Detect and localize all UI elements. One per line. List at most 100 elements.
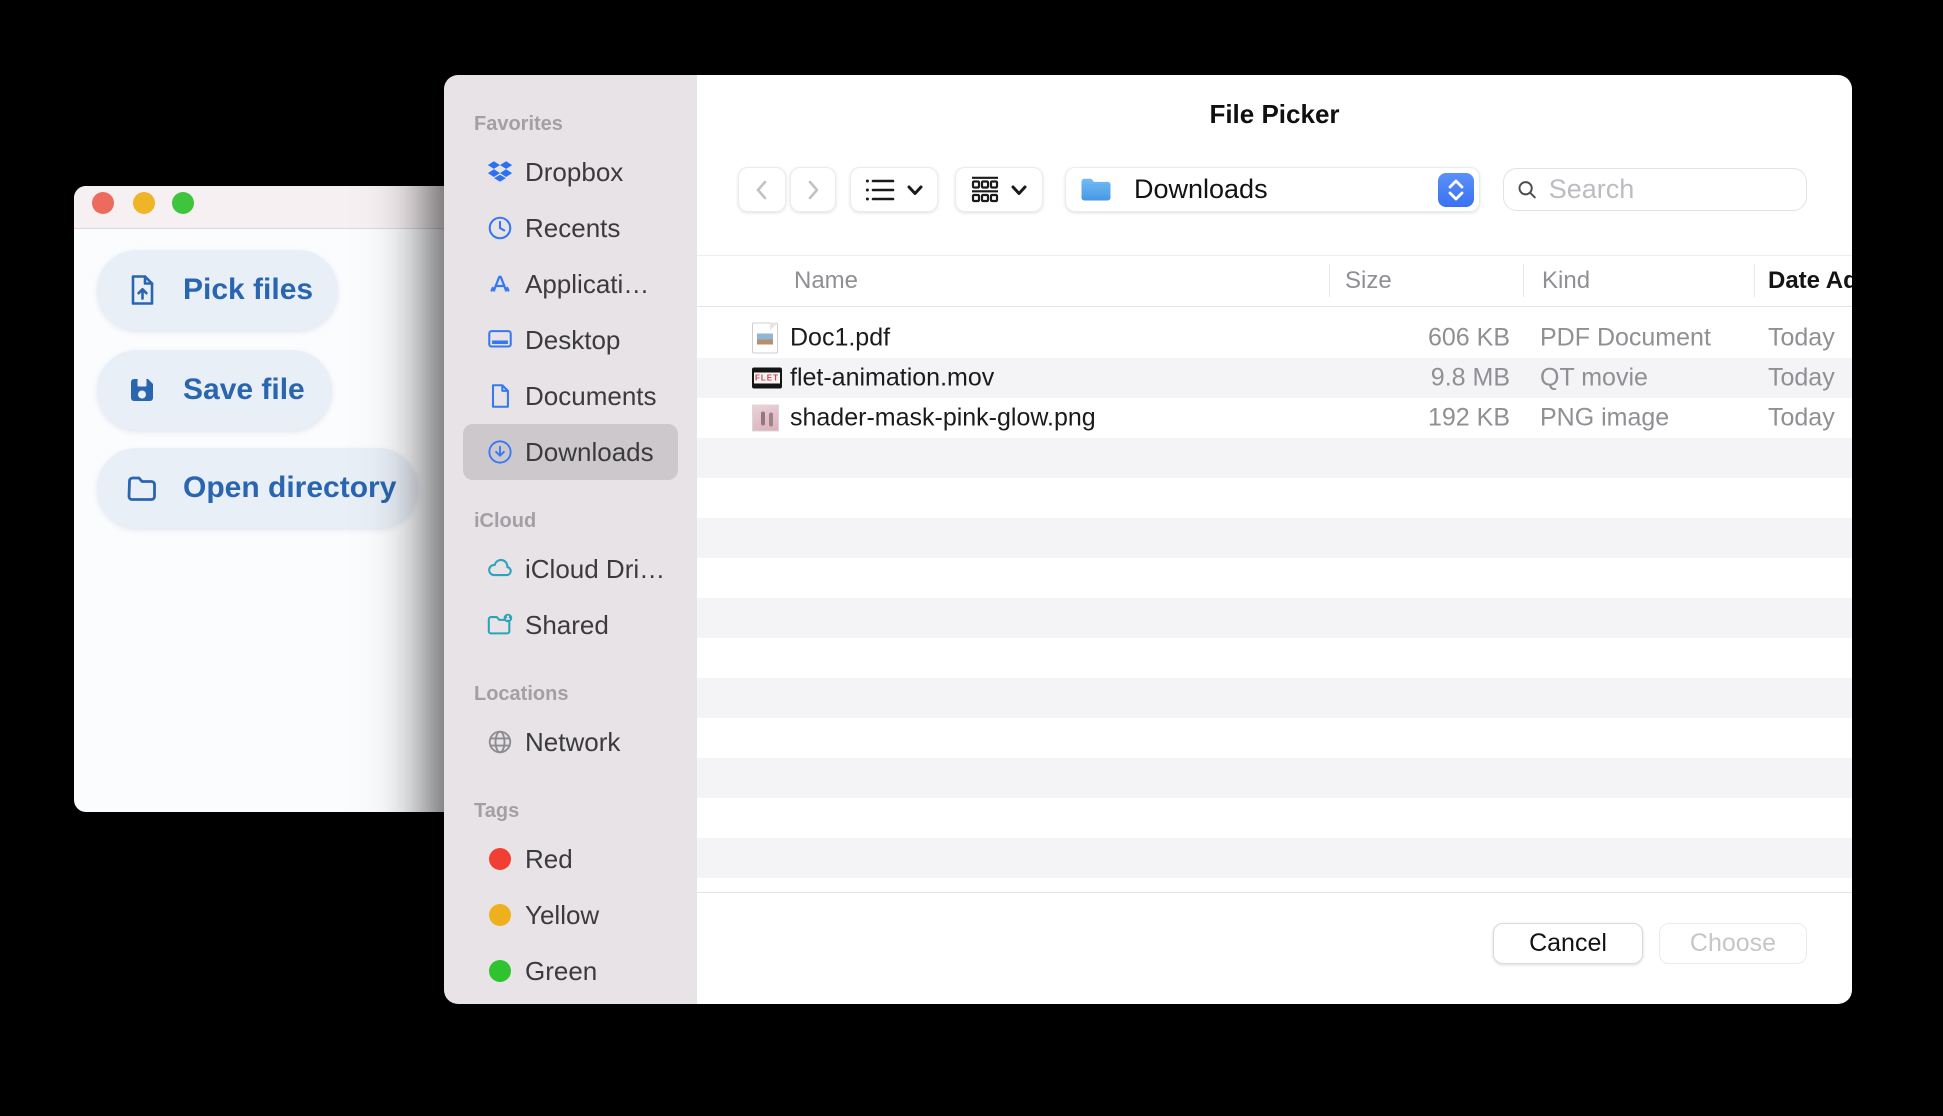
- file-size: 192 KB: [1427, 403, 1510, 432]
- column-header-size[interactable]: Size: [1345, 267, 1392, 295]
- sidebar-section-favorites: Favorites: [474, 113, 563, 135]
- sidebar-item-label: Downloads: [525, 436, 654, 467]
- file-name: shader-mask-pink-glow.png: [790, 403, 1096, 432]
- sidebar-section-locations: Locations: [474, 683, 569, 705]
- clock-icon: [485, 213, 515, 243]
- sidebar-item-tag-green[interactable]: Green: [463, 943, 678, 999]
- download-circle-icon: [485, 437, 515, 467]
- group-view-dropdown[interactable]: [955, 167, 1043, 212]
- file-picker-dialog: Favorites Dropbox Recents Applicati… Des…: [444, 75, 1852, 1004]
- sidebar-item-label: Yellow: [525, 899, 600, 930]
- sidebar-item-label: Documents: [525, 380, 657, 411]
- sidebar-item-recents[interactable]: Recents: [463, 200, 678, 256]
- sidebar-item-applications[interactable]: Applicati…: [463, 256, 678, 312]
- search-icon: [1518, 180, 1536, 198]
- sidebar-section-tags: Tags: [474, 800, 520, 822]
- open-directory-button[interactable]: Open directory: [97, 448, 418, 528]
- shared-folder-icon: [485, 610, 515, 640]
- sidebar-item-network[interactable]: Network: [463, 714, 678, 770]
- desktop-icon: [485, 325, 515, 355]
- green-tag-icon: [485, 956, 515, 986]
- sidebar-item-shared[interactable]: Shared: [463, 597, 678, 653]
- forward-button[interactable]: [790, 167, 836, 212]
- blue-folder-icon: [1081, 178, 1111, 201]
- sidebar-item-label: Shared: [525, 609, 609, 640]
- cancel-button[interactable]: Cancel: [1493, 923, 1643, 964]
- sidebar-item-desktop[interactable]: Desktop: [463, 312, 678, 368]
- group-view-icon: [971, 176, 999, 203]
- file-kind: QT movie: [1540, 363, 1648, 392]
- file-picker-main: File Picker Downloads Search Name Size K…: [697, 75, 1852, 1004]
- file-name: flet-animation.mov: [790, 363, 995, 392]
- footer-divider: [697, 892, 1852, 893]
- sidebar-item-tag-red[interactable]: Red: [463, 831, 678, 887]
- app-window: Pick files Save file Open directory: [74, 186, 494, 812]
- sidebar-item-downloads[interactable]: Downloads: [463, 424, 678, 480]
- sidebar-item-label: Dropbox: [525, 156, 624, 187]
- app-store-icon: [485, 269, 515, 299]
- red-tag-icon: [485, 844, 515, 874]
- save-file-button[interactable]: Save file: [97, 350, 332, 430]
- save-file-label: Save file: [183, 373, 305, 406]
- column-divider: [1329, 264, 1330, 297]
- file-kind: PNG image: [1540, 403, 1670, 432]
- file-date-added: Today: [1768, 363, 1835, 392]
- sidebar-item-label: Recents: [525, 212, 621, 243]
- location-stepper-button[interactable]: [1438, 173, 1474, 207]
- back-button[interactable]: [738, 167, 786, 212]
- close-window-button[interactable]: [92, 192, 114, 214]
- pick-files-label: Pick files: [183, 273, 314, 306]
- column-divider: [1754, 264, 1755, 297]
- zoom-window-button[interactable]: [172, 192, 194, 214]
- image-file-icon: [752, 404, 779, 432]
- yellow-tag-icon: [485, 900, 515, 930]
- sidebar-item-documents[interactable]: Documents: [463, 368, 678, 424]
- column-header-date-added[interactable]: Date Added: [1768, 267, 1852, 295]
- chevron-left-icon: [756, 180, 767, 199]
- chevron-down-icon: [907, 185, 923, 195]
- column-header-name[interactable]: Name: [794, 267, 858, 295]
- pick-files-button[interactable]: Pick files: [97, 250, 338, 330]
- sidebar-item-label: Applicati…: [525, 268, 650, 299]
- list-view-icon: [865, 179, 895, 200]
- location-dropdown[interactable]: Downloads: [1065, 167, 1480, 212]
- sidebar-section-icloud: iCloud: [474, 510, 537, 532]
- file-size: 606 KB: [1427, 323, 1510, 352]
- minimize-window-button[interactable]: [133, 192, 155, 214]
- file-name: Doc1.pdf: [790, 323, 891, 352]
- movie-thumbnail-text: FLET: [754, 372, 780, 384]
- document-icon: [485, 381, 515, 411]
- file-kind: PDF Document: [1540, 323, 1711, 352]
- movie-file-icon: FLET: [752, 367, 782, 389]
- search-input[interactable]: [1546, 173, 1794, 206]
- sidebar-item-dropbox[interactable]: Dropbox: [463, 144, 678, 200]
- column-header-kind[interactable]: Kind: [1542, 267, 1590, 295]
- dialog-title: File Picker: [1209, 99, 1340, 129]
- search-field[interactable]: [1503, 168, 1807, 211]
- list-view-dropdown[interactable]: [850, 167, 938, 212]
- sidebar-item-icloud-drive[interactable]: iCloud Dri…: [463, 541, 678, 597]
- file-size: 9.8 MB: [1430, 363, 1510, 392]
- sidebar-item-label: iCloud Dri…: [525, 553, 666, 584]
- app-window-titlebar[interactable]: [74, 186, 494, 229]
- folder-icon: [127, 476, 156, 501]
- column-divider: [1523, 264, 1524, 297]
- chevron-right-icon: [808, 180, 819, 199]
- globe-icon: [485, 727, 515, 757]
- file-row-flet-animation-mov[interactable]: FLET flet-animation.mov 9.8 MB QT movie …: [697, 358, 1852, 398]
- dropbox-icon: [485, 157, 515, 187]
- sidebar-item-label: Network: [525, 726, 621, 757]
- location-label: Downloads: [1134, 174, 1268, 204]
- pdf-file-icon: [752, 322, 778, 354]
- sidebar: Favorites Dropbox Recents Applicati… Des…: [444, 75, 697, 1004]
- sidebar-item-label: Desktop: [525, 324, 621, 355]
- file-row-doc1-pdf[interactable]: Doc1.pdf 606 KB PDF Document Today: [697, 318, 1852, 358]
- choose-button[interactable]: Choose: [1659, 923, 1807, 964]
- save-icon: [131, 379, 153, 401]
- sidebar-item-tag-yellow[interactable]: Yellow: [463, 887, 678, 943]
- file-date-added: Today: [1768, 323, 1835, 352]
- file-row-shader-mask-png[interactable]: shader-mask-pink-glow.png 192 KB PNG ima…: [697, 398, 1852, 438]
- sidebar-item-label: Red: [525, 843, 573, 874]
- chevron-down-icon: [1011, 185, 1027, 195]
- file-upload-icon: [131, 275, 154, 305]
